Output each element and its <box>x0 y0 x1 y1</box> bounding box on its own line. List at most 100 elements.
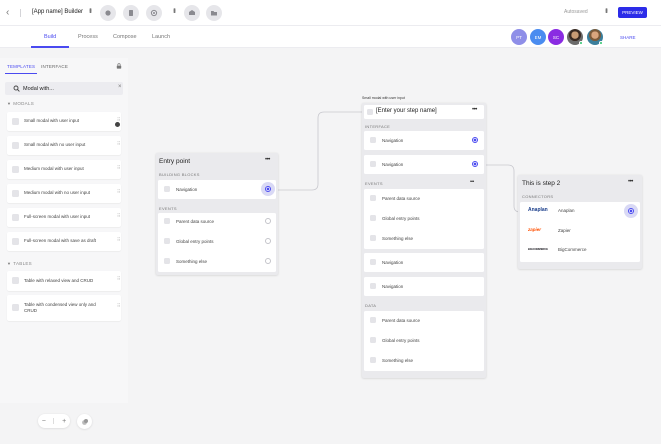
step-name-input[interactable]: [Enter your step name] <box>376 108 437 114</box>
tab-interface[interactable]: INTERFACE <box>41 64 68 69</box>
connector-port-icon[interactable] <box>261 182 275 196</box>
interface-row[interactable]: Navigation <box>364 131 484 150</box>
drag-handle-icon[interactable]: ⠿ <box>117 303 120 309</box>
drag-handle-icon[interactable]: ⠿ <box>117 189 120 195</box>
radio-button[interactable] <box>265 258 271 264</box>
shield-icon[interactable] <box>146 5 162 21</box>
checkbox[interactable] <box>12 277 19 284</box>
more-options-icon[interactable]: ••• <box>602 8 609 12</box>
search-input[interactable] <box>23 84 111 93</box>
drag-handle-icon[interactable]: ⠿ <box>117 141 120 147</box>
checkbox[interactable] <box>370 137 376 143</box>
interface-row[interactable]: Navigation <box>364 155 484 174</box>
checkbox[interactable] <box>12 190 19 197</box>
block-row[interactable]: Navigation <box>364 253 484 272</box>
share-button[interactable]: SHARE <box>620 35 636 40</box>
avatar[interactable]: SC <box>548 29 564 45</box>
tab-build[interactable]: Build <box>44 34 56 40</box>
more-options-icon[interactable]: ••• <box>628 179 633 185</box>
building-block-row[interactable]: Navigation <box>158 180 276 199</box>
undo-icon[interactable] <box>100 5 116 21</box>
tab-compose[interactable]: Compose <box>113 34 137 40</box>
connectors-list: Anaplan Anaplan zapier Zapier BIGCOMMERC… <box>520 202 640 262</box>
more-options-icon[interactable]: ••• <box>170 8 177 12</box>
radio-button[interactable] <box>472 137 478 143</box>
more-options-icon[interactable]: ••• <box>472 107 477 113</box>
template-item[interactable]: Table with condensed view only and CRUD … <box>7 295 121 321</box>
row-label: Something else <box>382 236 414 241</box>
template-item[interactable]: Table with relaxed view and CRUD ⠿ <box>7 271 121 291</box>
more-options-icon[interactable]: ••• <box>470 179 474 185</box>
chevron-left-icon[interactable]: ‹ <box>6 7 9 18</box>
checkbox[interactable] <box>164 238 170 244</box>
tab-templates[interactable]: TEMPLATES <box>7 64 35 69</box>
avatar[interactable]: EM <box>530 29 546 45</box>
database-icon[interactable] <box>184 5 200 21</box>
checkbox[interactable] <box>367 109 373 115</box>
row-label: Navigation <box>382 162 404 167</box>
step-name-field[interactable]: [Enter your step name] ••• <box>364 105 484 119</box>
template-label: Table with relaxed view and CRUD <box>24 278 94 283</box>
row-label: Navigation <box>382 260 404 265</box>
more-options-icon[interactable]: ••• <box>86 8 93 12</box>
drag-handle-icon[interactable]: ⠿ <box>117 213 120 219</box>
connector-port-icon[interactable] <box>624 204 638 218</box>
checkbox[interactable] <box>12 238 19 245</box>
checkbox[interactable] <box>370 283 376 289</box>
template-item[interactable]: Medium modal with user input ⠿ <box>7 160 121 179</box>
entry-point-step[interactable]: Entry point ••• BUILDING BLOCKS Navigati… <box>156 153 278 275</box>
lock-icon[interactable] <box>116 63 122 69</box>
fit-view-button[interactable] <box>77 414 92 429</box>
more-options-icon[interactable]: ••• <box>265 157 270 163</box>
checkbox[interactable] <box>370 337 376 343</box>
checkbox[interactable] <box>164 218 170 224</box>
avatar[interactable] <box>587 29 603 45</box>
checkbox[interactable] <box>370 317 376 323</box>
template-item[interactable]: Small modal with user input ⠿ <box>7 112 121 131</box>
folder-icon[interactable] <box>206 5 222 21</box>
tab-launch[interactable]: Launch <box>152 34 170 40</box>
checkbox[interactable] <box>12 304 19 311</box>
drag-handle-icon[interactable]: ⠿ <box>117 165 120 171</box>
radio-button[interactable] <box>472 161 478 167</box>
step-2-card[interactable]: This is step 2 ••• CONNECTORS Anaplan An… <box>518 175 642 269</box>
tab-process[interactable]: Process <box>78 34 98 40</box>
section-title: MODALS <box>13 101 35 106</box>
template-label: Medium modal with user input <box>24 166 84 171</box>
avatar[interactable] <box>567 29 583 45</box>
checkbox[interactable] <box>164 258 170 264</box>
drag-handle-icon[interactable]: ⠿ <box>117 276 120 282</box>
checkbox[interactable] <box>370 161 376 167</box>
template-item[interactable]: Medium modal with no user input ⠿ <box>7 184 121 203</box>
section-modals[interactable]: ▼ MODALS <box>7 101 34 106</box>
preview-button[interactable]: PREVIEW <box>618 7 647 18</box>
template-item[interactable]: Full-screen modal with user input ⠿ <box>7 208 121 227</box>
step-card[interactable]: [Enter your step name] ••• INTERFACE Nav… <box>362 103 486 378</box>
radio-button[interactable] <box>265 218 271 224</box>
clear-search-icon[interactable]: × <box>118 84 122 90</box>
checkbox[interactable] <box>12 142 19 149</box>
checkbox[interactable] <box>370 357 376 363</box>
row-label: Navigation <box>382 284 404 289</box>
template-item[interactable]: Full-screen modal with save as draft ⠿ <box>7 232 121 251</box>
drag-handle-icon[interactable]: ⠿ <box>117 237 120 243</box>
checkbox[interactable] <box>370 215 376 221</box>
file-icon[interactable] <box>123 5 139 21</box>
checkbox[interactable] <box>12 214 19 221</box>
template-item[interactable]: Small modal with no user input ⠿ <box>7 136 121 155</box>
row-label: Something else <box>382 358 414 363</box>
section-tables[interactable]: ▼ TABLES <box>7 261 32 266</box>
radio-button[interactable] <box>265 238 271 244</box>
checkbox[interactable] <box>164 186 170 192</box>
checkbox[interactable] <box>370 235 376 241</box>
checkbox[interactable] <box>370 195 376 201</box>
checkbox[interactable] <box>12 118 19 125</box>
zoom-in-button[interactable]: + <box>62 418 66 425</box>
checkbox[interactable] <box>370 259 376 265</box>
row-label: Global entry points <box>382 216 420 221</box>
row-label: Parent data source <box>176 219 215 224</box>
zoom-out-button[interactable]: − <box>42 418 46 425</box>
checkbox[interactable] <box>12 166 19 173</box>
block-row[interactable]: Navigation <box>364 277 484 296</box>
avatar[interactable]: PT <box>511 29 527 45</box>
